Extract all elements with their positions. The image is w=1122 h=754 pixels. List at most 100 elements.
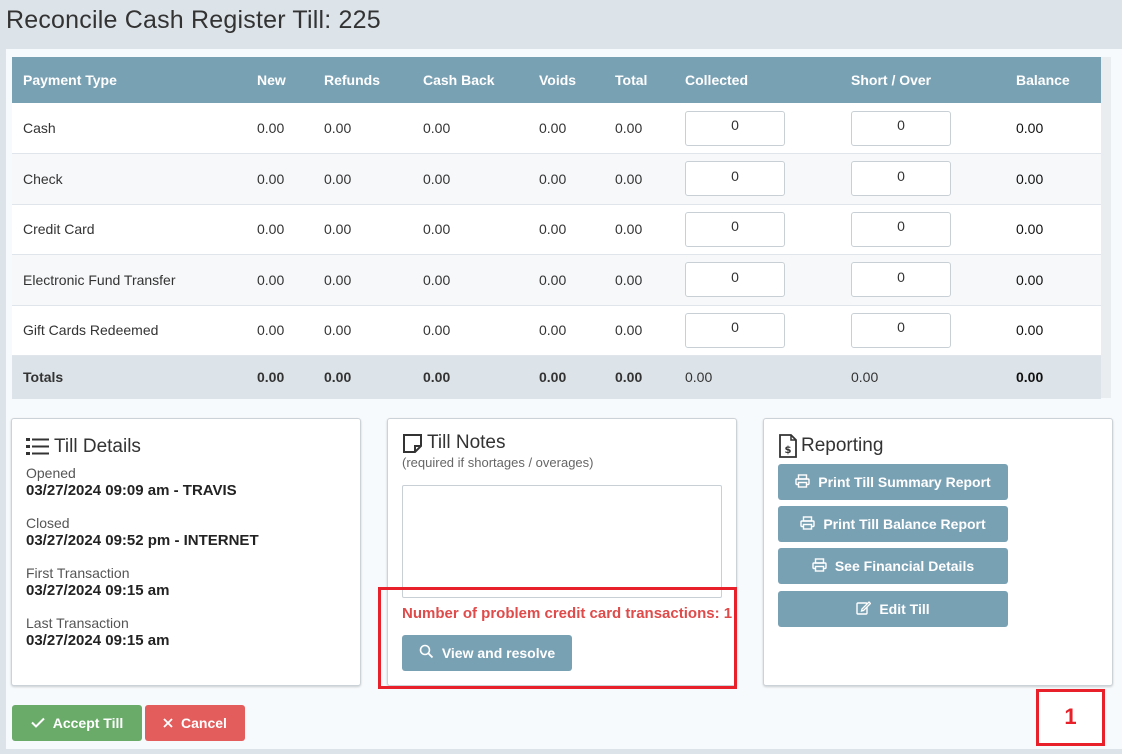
balance-cell: 0.00 <box>1016 170 1044 187</box>
print-balance-report-button[interactable]: Print Till Balance Report <box>778 506 1008 542</box>
short-over-cell <box>840 204 1005 255</box>
col-short-over: Short / Over <box>851 72 932 88</box>
table-header-row: Payment Type New Refunds Cash Back Voids… <box>12 57 1101 103</box>
short-over-input-credit-card[interactable] <box>851 211 951 247</box>
see-financial-details-label: See Financial Details <box>834 558 975 574</box>
opened-value: 03/27/2024 09:09 am - TRAVIS <box>26 482 237 499</box>
svg-text:$: $ <box>785 445 792 456</box>
collected-cell <box>674 103 840 154</box>
totals-row: Totals 0.00 0.00 0.00 0.00 0.00 0.00 0.0… <box>12 355 1101 399</box>
edit-till-button[interactable]: Edit Till <box>778 591 1008 627</box>
close-icon <box>163 715 173 731</box>
accept-till-button[interactable]: Accept Till <box>12 705 142 741</box>
new-cell: 0.00 <box>257 271 285 288</box>
refunds-cell: 0.00 <box>324 120 352 136</box>
annotation-marker: 1 <box>1036 689 1105 746</box>
col-voids: Voids <box>539 72 577 88</box>
cash-back-cell: 0.00 <box>423 120 451 136</box>
table-row: Cash 0.00 0.00 0.00 0.00 0.00 0.00 <box>12 103 1101 154</box>
short-over-cell <box>840 255 1005 306</box>
payment-type-cell: Cash <box>23 120 56 136</box>
last-transaction-value: 03/27/2024 09:15 am <box>26 632 170 649</box>
voids-cell: 0.00 <box>539 170 567 187</box>
total-cell: 0.00 <box>615 170 643 187</box>
short-over-cell <box>840 305 1005 356</box>
col-refunds: Refunds <box>324 72 380 88</box>
new-cell: 0.00 <box>257 170 285 187</box>
table-row: Credit Card 0.00 0.00 0.00 0.00 0.00 0.0… <box>12 204 1101 255</box>
till-details-title-text: Till Details <box>54 436 141 457</box>
totals-voids: 0.00 <box>539 369 567 386</box>
voids-cell: 0.00 <box>539 120 567 136</box>
short-over-input-eft[interactable] <box>851 262 951 298</box>
refunds-cell: 0.00 <box>324 271 352 288</box>
refunds-cell: 0.00 <box>324 221 352 238</box>
cash-back-cell: 0.00 <box>423 322 451 339</box>
till-notes-textarea[interactable] <box>402 485 722 598</box>
cancel-label: Cancel <box>181 715 227 731</box>
printer-icon <box>800 515 816 533</box>
printer-icon <box>795 473 810 491</box>
total-cell: 0.00 <box>615 271 643 288</box>
totals-balance: 0.00 <box>1016 369 1044 386</box>
till-details-title: Till Details <box>26 436 141 458</box>
payment-type-cell: Credit Card <box>23 221 95 238</box>
balance-cell: 0.00 <box>1016 322 1044 339</box>
accept-till-label: Accept Till <box>52 715 124 731</box>
print-summary-report-button[interactable]: Print Till Summary Report <box>778 464 1008 500</box>
table-row: Check 0.00 0.00 0.00 0.00 0.00 0.00 <box>12 153 1101 204</box>
till-notes-title-text: Till Notes <box>427 432 506 453</box>
see-financial-details-button[interactable]: See Financial Details <box>778 548 1008 584</box>
collected-input-gift-cards[interactable] <box>685 312 785 348</box>
totals-total: 0.00 <box>615 369 643 386</box>
collected-input-eft[interactable] <box>685 262 785 298</box>
collected-input-cash[interactable] <box>685 110 785 146</box>
table-row: Electronic Fund Transfer 0.00 0.00 0.00 … <box>12 254 1101 306</box>
totals-cash-back: 0.00 <box>423 369 451 386</box>
collected-input-check[interactable] <box>685 161 785 197</box>
collected-cell <box>674 204 840 255</box>
new-cell: 0.00 <box>257 322 285 339</box>
cash-back-cell: 0.00 <box>423 221 451 238</box>
printer-icon <box>812 557 827 575</box>
refunds-cell: 0.00 <box>324 170 352 187</box>
col-cash-back: Cash Back <box>423 72 495 88</box>
total-cell: 0.00 <box>615 120 643 136</box>
short-over-cell <box>840 103 1005 154</box>
closed-label: Closed <box>26 515 70 531</box>
balance-cell: 0.00 <box>1016 120 1044 136</box>
collected-input-credit-card[interactable] <box>685 211 785 247</box>
collected-cell <box>674 305 840 356</box>
annotation-number: 1 <box>1064 704 1077 729</box>
reporting-title-text: Reporting <box>801 435 884 456</box>
col-new: New <box>257 72 286 88</box>
payment-type-cell: Electronic Fund Transfer <box>23 271 176 288</box>
edit-icon <box>856 600 872 618</box>
collected-cell <box>674 255 840 306</box>
balance-cell: 0.00 <box>1016 221 1044 238</box>
sticky-note-icon <box>402 433 424 453</box>
short-over-input-gift-cards[interactable] <box>851 312 951 348</box>
totals-new: 0.00 <box>257 369 285 386</box>
table-row: Gift Cards Redeemed 0.00 0.00 0.00 0.00 … <box>12 305 1101 356</box>
cash-back-cell: 0.00 <box>423 271 451 288</box>
totals-label: Totals <box>23 369 64 386</box>
check-icon <box>31 715 45 731</box>
page-title: Reconcile Cash Register Till: 225 <box>6 6 381 34</box>
col-collected: Collected <box>685 72 749 88</box>
new-cell: 0.00 <box>257 221 285 238</box>
reporting-card: $ Reporting Print Till Summary Report Pr… <box>763 418 1113 686</box>
cancel-button[interactable]: Cancel <box>145 705 245 741</box>
reporting-title: $ Reporting <box>778 434 883 458</box>
short-over-input-check[interactable] <box>851 161 951 197</box>
refunds-cell: 0.00 <box>324 322 352 339</box>
col-balance: Balance <box>1016 72 1070 88</box>
till-notes-subtitle: (required if shortages / overages) <box>402 455 594 470</box>
first-transaction-value: 03/27/2024 09:15 am <box>26 582 170 599</box>
total-cell: 0.00 <box>615 322 643 339</box>
short-over-input-cash[interactable] <box>851 110 951 146</box>
new-cell: 0.00 <box>257 120 285 136</box>
table-scrollbar[interactable] <box>1101 57 1111 398</box>
invoice-dollar-icon: $ <box>778 434 798 458</box>
voids-cell: 0.00 <box>539 322 567 339</box>
